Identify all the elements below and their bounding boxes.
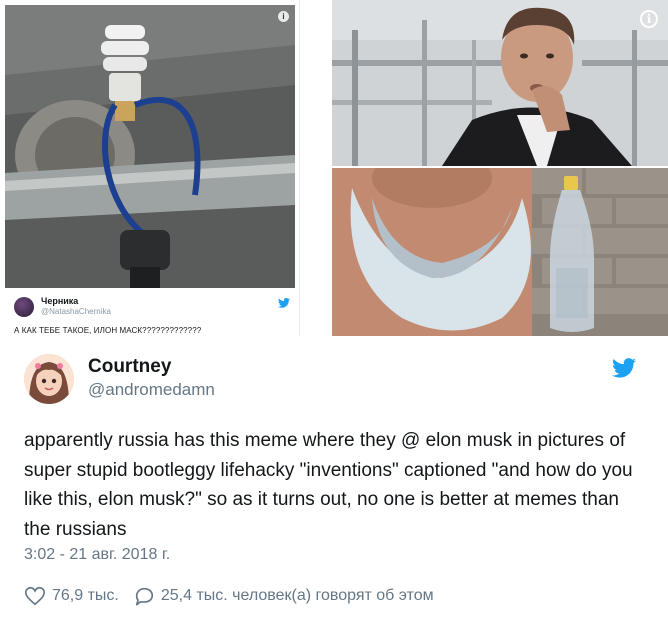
avatar[interactable] [24,354,74,404]
reply-button[interactable]: 25,4 тыс. человек(а) говорят об этом [133,585,434,607]
info-icon[interactable]: i [278,11,289,22]
twitter-bird-icon[interactable] [278,298,290,308]
embedded-author-name[interactable]: Черника [41,296,78,306]
info-circle-icon[interactable]: i [640,10,658,28]
tweet-actions: 76,9 тыс. 25,4 тыс. человек(а) говорят о… [24,584,434,608]
embedded-tweet-header: Черника @NatashaChernika [14,296,290,320]
embedded-tweet-text: А КАК ТЕБЕ ТАКОЕ, ИЛОН МАСК????????????? [14,326,202,335]
like-count: 76,9 тыс. [52,587,119,604]
like-button[interactable]: 76,9 тыс. [24,585,119,607]
embedded-tweet-card[interactable]: i Черника @NatashaChernika А КАК ТЕБЕ ТА… [0,0,300,336]
tweet-timestamp[interactable]: 3:02 - 21 авг. 2018 г. [24,546,170,564]
author-handle[interactable]: @andromedamn [88,380,215,400]
twitter-bird-icon[interactable] [612,358,636,378]
photo-person-thinking[interactable]: i [332,0,668,166]
photo-toilet-seat-collar[interactable] [332,168,668,336]
tweet-text: apparently russia has this meme where th… [24,430,633,540]
reply-count: 25,4 тыс. человек(а) говорят об этом [160,587,434,604]
speech-bubble-icon [135,587,153,606]
heart-icon [25,586,45,606]
media-area: i Черника @NatashaChernika А КАК ТЕБЕ ТА… [0,0,668,336]
embedded-author-handle[interactable]: @NatashaChernika [41,307,111,316]
tweet: Courtney @andromedamn apparently russia … [0,336,668,617]
author-name[interactable]: Courtney [88,356,171,378]
embedded-tweet-photo[interactable]: i [5,5,295,288]
avatar[interactable] [14,297,34,317]
